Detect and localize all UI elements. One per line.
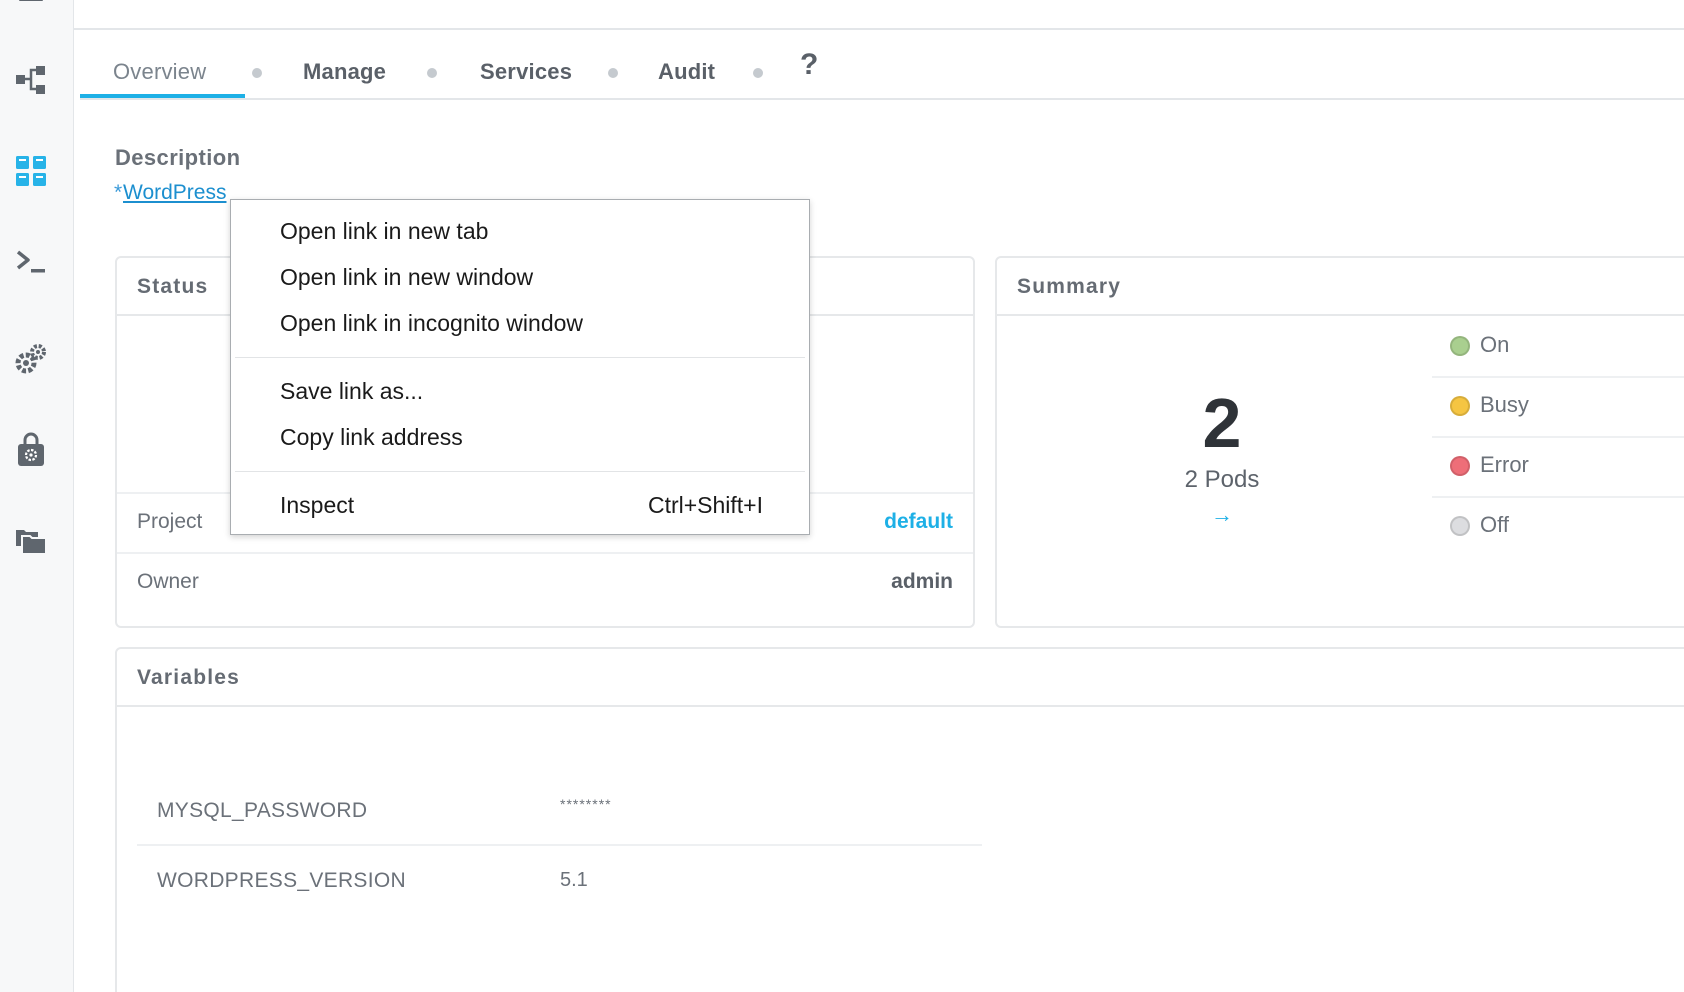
- menu-separator: [235, 471, 805, 472]
- description-label: Description: [115, 145, 241, 170]
- menu-item-label: Open link in incognito window: [280, 310, 584, 336]
- variables-panel: Variables MYSQL_PASSWORD ******** WORDPR…: [115, 647, 1684, 992]
- folders-icon[interactable]: [10, 521, 52, 563]
- tab-bar: Overview Manage Services Audit ?: [80, 44, 1684, 100]
- description-link[interactable]: WordPress: [123, 181, 226, 205]
- menu-item-label: Open link in new window: [280, 264, 534, 290]
- variable-value: ********: [560, 796, 612, 812]
- project-value-link[interactable]: default: [884, 510, 953, 534]
- menu-item-label: Copy link address: [280, 424, 463, 450]
- legend-label-error: Error: [1480, 452, 1529, 477]
- status-dot-busy: [1450, 396, 1470, 416]
- menu-item-open-new-tab[interactable]: Open link in new tab: [231, 209, 809, 253]
- menu-item-label: Inspect: [280, 492, 355, 518]
- tab-separator-dot: [252, 68, 262, 78]
- legend-item-error: Error: [1432, 438, 1684, 498]
- legend-item-busy: Busy: [1432, 378, 1684, 438]
- owner-value: admin: [891, 570, 953, 593]
- menu-item-inspect[interactable]: Inspect Ctrl+Shift+I: [231, 483, 809, 527]
- owner-label: Owner: [137, 570, 199, 593]
- legend-item-on: On: [1432, 318, 1684, 378]
- tab-services[interactable]: Services: [480, 44, 572, 100]
- variables-title: Variables: [137, 666, 241, 689]
- active-tab-indicator: [80, 94, 245, 98]
- summary-panel: Summary 2 2 Pods → On Busy Error Off: [995, 256, 1684, 628]
- topology-icon[interactable]: [10, 59, 52, 101]
- legend-label-off: Off: [1480, 512, 1509, 537]
- variable-row: WORDPRESS_VERSION 5.1: [137, 846, 982, 916]
- status-dot-error: [1450, 456, 1470, 476]
- terminal-icon[interactable]: [10, 241, 52, 283]
- variable-row: MYSQL_PASSWORD ********: [137, 776, 982, 846]
- menu-icon[interactable]: [10, 0, 52, 20]
- menu-item-label: Save link as...: [280, 378, 424, 404]
- variable-name: WORDPRESS_VERSION: [157, 869, 406, 892]
- left-rail: [0, 0, 74, 992]
- variable-value: 5.1: [560, 869, 588, 891]
- summary-header: Summary: [997, 258, 1684, 316]
- owner-row: Owner admin: [117, 552, 973, 612]
- help-icon[interactable]: ?: [800, 48, 818, 82]
- menu-item-save-link-as[interactable]: Save link as...: [231, 369, 809, 413]
- variables-header: Variables: [117, 649, 1684, 707]
- menu-item-open-new-window[interactable]: Open link in new window: [231, 255, 809, 299]
- summary-title: Summary: [1017, 275, 1122, 298]
- status-dot-off: [1450, 516, 1470, 536]
- lock-bag-icon[interactable]: [10, 429, 52, 471]
- pods-arrow-icon[interactable]: →: [1197, 502, 1247, 528]
- context-menu: Open link in new tab Open link in new wi…: [230, 199, 810, 535]
- menu-item-shortcut: Ctrl+Shift+I: [647, 492, 763, 518]
- gears-icon[interactable]: [10, 338, 52, 380]
- tab-overview[interactable]: Overview: [113, 44, 206, 100]
- menu-item-label: Open link in new tab: [280, 218, 489, 244]
- tab-separator-dot: [427, 68, 437, 78]
- dashboard-icon[interactable]: [10, 150, 52, 192]
- menu-item-copy-link-address[interactable]: Copy link address: [231, 415, 809, 459]
- status-title: Status: [137, 275, 209, 298]
- tab-manage[interactable]: Manage: [303, 44, 386, 100]
- pod-count: 2: [1202, 384, 1242, 462]
- tab-audit[interactable]: Audit: [658, 44, 715, 100]
- legend-item-off: Off: [1432, 498, 1684, 558]
- pods-label: 2 Pods: [1184, 466, 1260, 493]
- legend-label-on: On: [1480, 332, 1510, 357]
- tab-separator-dot: [608, 68, 618, 78]
- variable-name: MYSQL_PASSWORD: [157, 799, 368, 822]
- menu-separator: [235, 357, 805, 358]
- description-prefix: *: [114, 181, 123, 204]
- status-dot-on: [1450, 336, 1470, 356]
- project-label: Project: [137, 510, 203, 533]
- menu-item-open-incognito[interactable]: Open link in incognito window: [231, 301, 809, 345]
- legend-label-busy: Busy: [1480, 392, 1529, 417]
- top-border: [74, 0, 1684, 30]
- tab-separator-dot: [753, 68, 763, 78]
